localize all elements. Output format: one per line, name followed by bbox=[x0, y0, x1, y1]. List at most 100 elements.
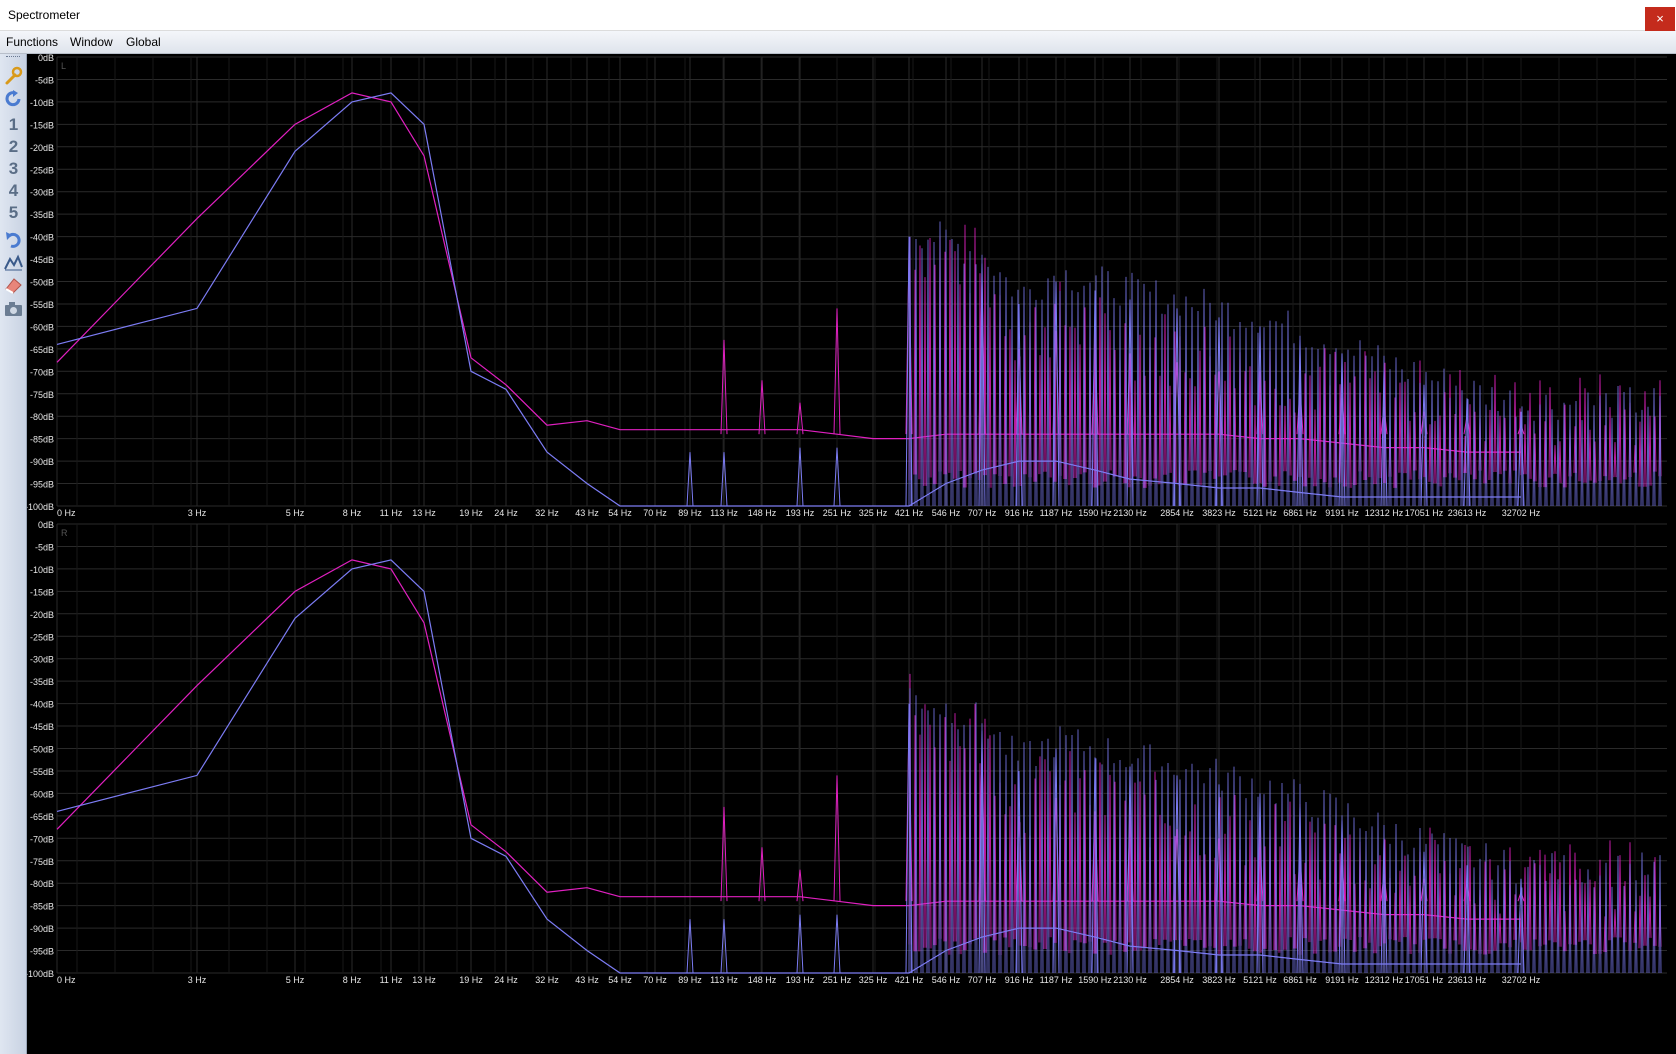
x-tick-label: 251 Hz bbox=[823, 975, 852, 985]
y-tick-label: -100dB bbox=[27, 502, 54, 512]
y-tick-label: -45dB bbox=[30, 722, 54, 732]
x-tick-label: 70 Hz bbox=[643, 975, 667, 985]
menu-global[interactable]: Global bbox=[126, 35, 161, 49]
x-tick-label: 546 Hz bbox=[932, 975, 961, 985]
x-tick-label: 12312 Hz bbox=[1365, 975, 1404, 985]
y-tick-label: -20dB bbox=[30, 143, 54, 153]
undo-icon[interactable] bbox=[3, 230, 24, 250]
x-tick-label: 5 Hz bbox=[286, 975, 305, 985]
eraser-icon[interactable] bbox=[3, 275, 24, 295]
x-tick-label: 0 Hz bbox=[57, 508, 76, 518]
x-tick-label: 148 Hz bbox=[748, 975, 777, 985]
close-button[interactable]: × bbox=[1645, 7, 1675, 31]
x-tick-label: 421 Hz bbox=[895, 975, 924, 985]
y-tick-label: -35dB bbox=[30, 210, 54, 220]
x-tick-label: 13 Hz bbox=[412, 975, 436, 985]
x-tick-label: 707 Hz bbox=[968, 508, 997, 518]
y-tick-label: -45dB bbox=[30, 255, 54, 265]
x-tick-label: 5 Hz bbox=[286, 508, 305, 518]
y-tick-label: -80dB bbox=[30, 412, 54, 422]
y-tick-label: -50dB bbox=[30, 745, 54, 755]
title-bar: Spectrometer × bbox=[0, 0, 1676, 31]
preset-4-button[interactable]: 4 bbox=[3, 181, 24, 201]
preset-5-button[interactable]: 5 bbox=[3, 203, 24, 223]
x-tick-label: 70 Hz bbox=[643, 508, 667, 518]
y-tick-label: -30dB bbox=[30, 655, 54, 665]
x-tick-label: 2854 Hz bbox=[1160, 508, 1194, 518]
camera-snapshot-icon[interactable] bbox=[3, 299, 24, 319]
y-tick-label: 0dB bbox=[38, 520, 54, 530]
toolbar-grip[interactable] bbox=[6, 56, 20, 60]
y-tick-label: -95dB bbox=[30, 480, 54, 490]
x-tick-label: 2854 Hz bbox=[1160, 975, 1194, 985]
y-tick-label: -75dB bbox=[30, 857, 54, 867]
x-tick-label: 11 Hz bbox=[380, 508, 403, 518]
y-tick-label: -15dB bbox=[30, 120, 54, 130]
y-tick-label: -40dB bbox=[30, 233, 54, 243]
x-tick-label: 19 Hz bbox=[459, 508, 483, 518]
x-tick-label: 11 Hz bbox=[380, 975, 403, 985]
side-toolbar: 1 2 3 4 5 bbox=[0, 54, 27, 1054]
preset-3-button[interactable]: 3 bbox=[3, 159, 24, 179]
x-tick-label: 13 Hz bbox=[412, 508, 436, 518]
y-tick-label: -40dB bbox=[30, 700, 54, 710]
x-tick-label: 23613 Hz bbox=[1448, 508, 1487, 518]
x-tick-label: 2130 Hz bbox=[1113, 975, 1147, 985]
x-tick-label: 32702 Hz bbox=[1502, 508, 1541, 518]
x-tick-label: 24 Hz bbox=[494, 508, 518, 518]
x-tick-label: 19 Hz bbox=[459, 975, 483, 985]
y-tick-label: -80dB bbox=[30, 879, 54, 889]
y-tick-label: -5dB bbox=[35, 75, 54, 85]
x-tick-label: 1187 Hz bbox=[1040, 508, 1073, 518]
y-tick-label: -90dB bbox=[30, 457, 54, 467]
preset-1-button[interactable]: 1 bbox=[3, 115, 24, 135]
x-tick-label: 12312 Hz bbox=[1365, 508, 1404, 518]
x-tick-label: 5121 Hz bbox=[1243, 975, 1277, 985]
x-tick-label: 43 Hz bbox=[575, 508, 599, 518]
x-tick-label: 916 Hz bbox=[1005, 508, 1034, 518]
x-tick-label: 113 Hz bbox=[710, 508, 738, 518]
spectrum-plots: 0dB -5dB -10dB -15dB -20dB -25dB -30dB -35dB -40… bbox=[27, 54, 1667, 985]
preset-2-button[interactable]: 2 bbox=[3, 137, 24, 157]
harmonic-comb bbox=[908, 224, 1662, 488]
x-tick-label: 3823 Hz bbox=[1202, 975, 1236, 985]
menu-bar: Functions Window Global bbox=[0, 31, 1676, 54]
y-tick-label: -25dB bbox=[30, 632, 54, 642]
y-tick-label: -85dB bbox=[30, 435, 54, 445]
x-tick-label: 32702 Hz bbox=[1502, 975, 1541, 985]
y-tick-label: -15dB bbox=[30, 587, 54, 597]
x-tick-label: 8 Hz bbox=[343, 508, 362, 518]
x-tick-label: 421 Hz bbox=[895, 508, 924, 518]
x-tick-label: 6861 Hz bbox=[1283, 975, 1317, 985]
x-tick-label: 1187 Hz bbox=[1040, 975, 1073, 985]
x-tick-label: 89 Hz bbox=[678, 508, 702, 518]
x-tick-label: 17051 Hz bbox=[1405, 975, 1444, 985]
y-tick-label: -55dB bbox=[30, 767, 54, 777]
y-tick-label: -20dB bbox=[30, 610, 54, 620]
x-tick-label: 3823 Hz bbox=[1202, 508, 1236, 518]
y-tick-label: -70dB bbox=[30, 834, 54, 844]
x-tick-label: 193 Hz bbox=[786, 975, 815, 985]
x-tick-label: 23613 Hz bbox=[1448, 975, 1487, 985]
x-tick-label: 1590 Hz bbox=[1078, 508, 1112, 518]
harmonic-comb bbox=[908, 673, 1662, 956]
x-tick-label: 113 Hz bbox=[710, 975, 738, 985]
channel-label: L bbox=[61, 61, 66, 71]
x-tick-label: 148 Hz bbox=[748, 508, 777, 518]
x-tick-label: 546 Hz bbox=[932, 508, 961, 518]
y-tick-label: -35dB bbox=[30, 677, 54, 687]
y-tick-label: -10dB bbox=[30, 565, 54, 575]
menu-functions[interactable]: Functions bbox=[6, 35, 58, 49]
y-tick-label: -5dB bbox=[35, 542, 54, 552]
y-tick-label: -65dB bbox=[30, 812, 54, 822]
settings-wrench-icon[interactable] bbox=[3, 66, 24, 86]
x-tick-label: 32 Hz bbox=[535, 975, 559, 985]
spectrum-area: 0dB -5dB -10dB -15dB -20dB -25dB -30dB -35dB -40… bbox=[27, 54, 1676, 1054]
refresh-icon[interactable] bbox=[3, 89, 24, 109]
y-tick-label: -95dB bbox=[30, 947, 54, 957]
y-tick-label: -50dB bbox=[30, 278, 54, 288]
x-tick-label: 325 Hz bbox=[859, 975, 888, 985]
x-tick-label: 707 Hz bbox=[968, 975, 997, 985]
peak-hold-icon[interactable] bbox=[3, 253, 24, 273]
menu-window[interactable]: Window bbox=[70, 35, 113, 49]
